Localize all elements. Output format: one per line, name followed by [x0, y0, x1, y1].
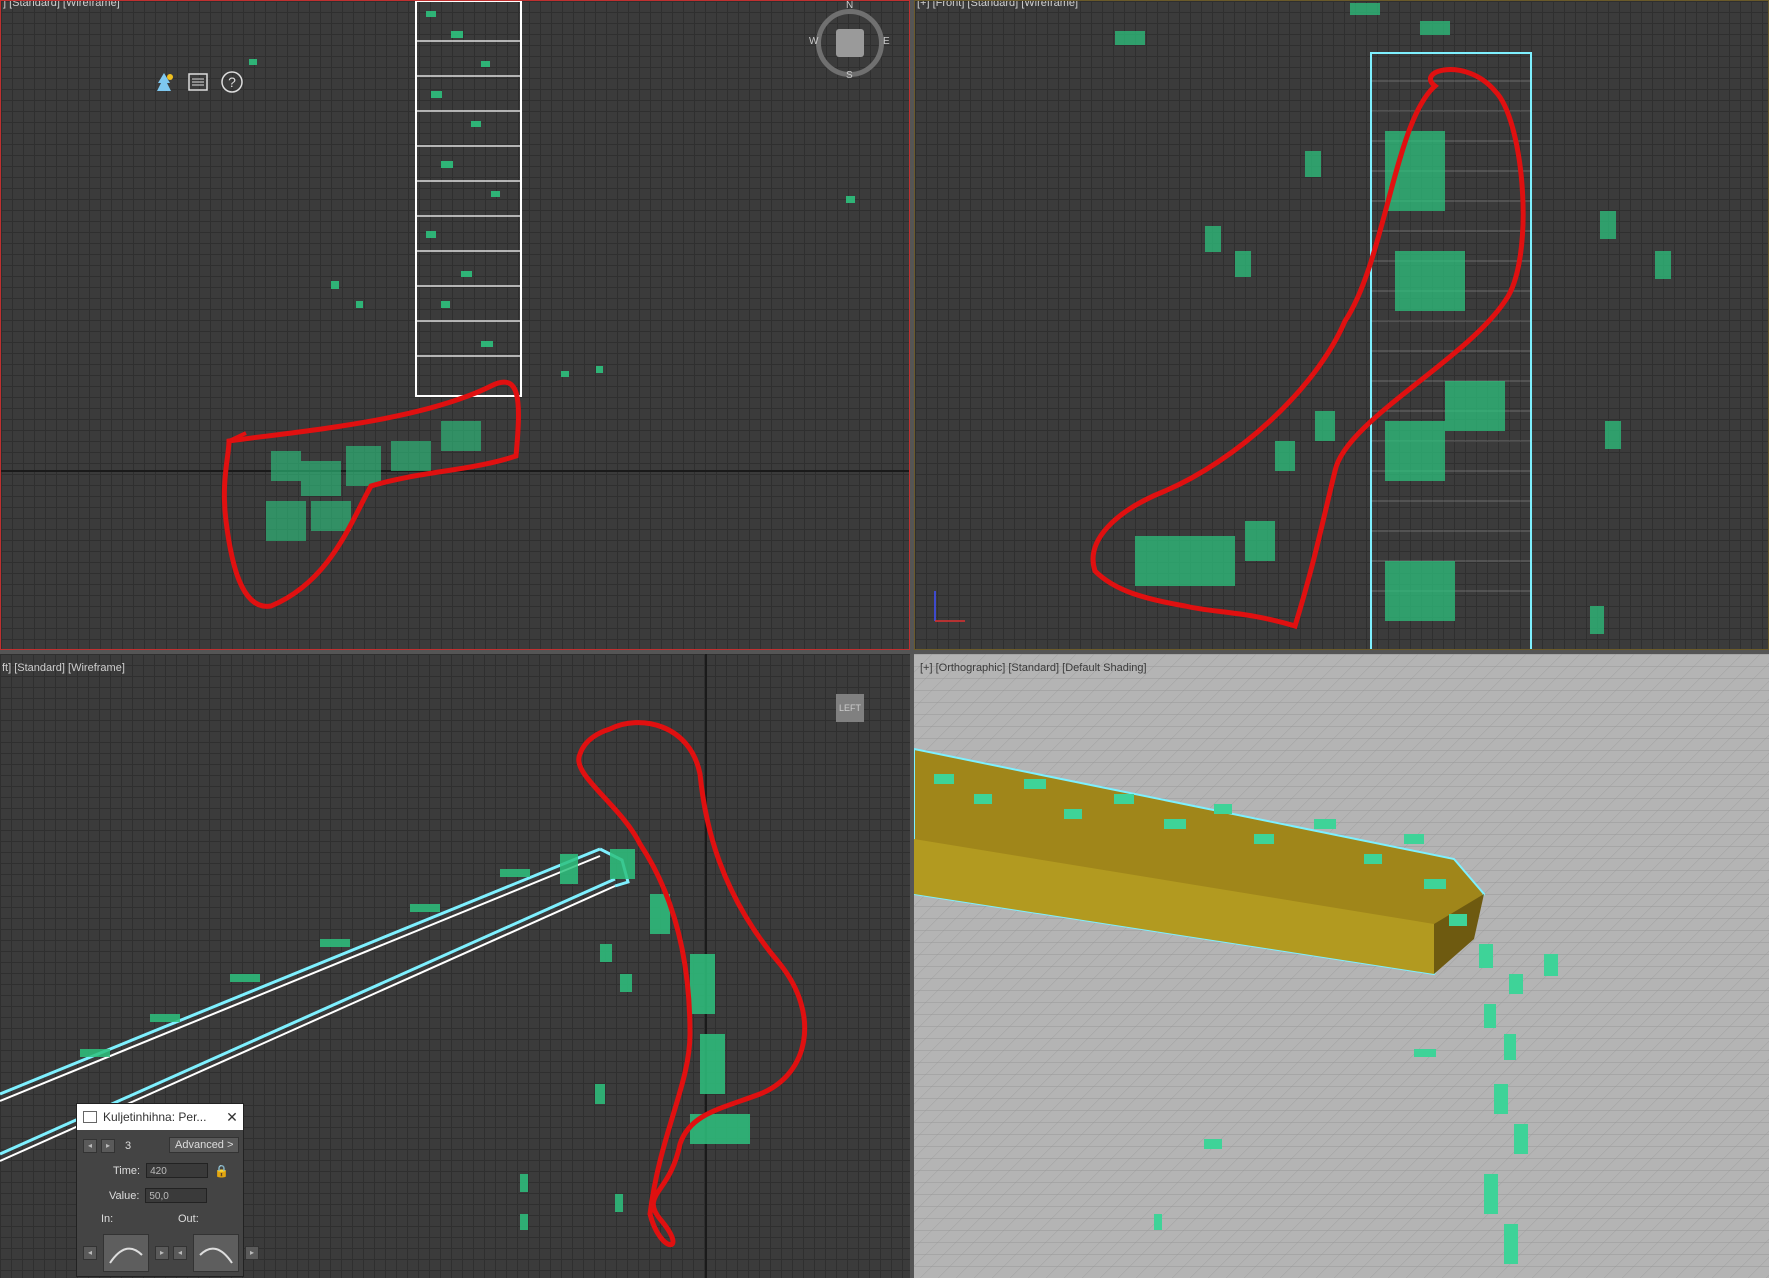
key-info-dialog: Kuljetinhihna: Per... ✕ ◂ ▸ 3 Advanced >…	[76, 1103, 259, 1277]
viewcube-compass[interactable]: N S E W	[809, 1, 890, 81]
dialog-title: Kuljetinhihna: Per...	[103, 1110, 207, 1124]
out-prev-button[interactable]: ◂	[173, 1246, 187, 1260]
value-label: Value:	[109, 1189, 140, 1202]
viewport-divider-vertical[interactable]	[910, 0, 914, 1278]
perspective-scene	[914, 654, 1769, 1278]
viewport-front[interactable]: [+] [Front] [Standard] [Wireframe]	[914, 0, 1769, 650]
compass-w: W	[809, 36, 819, 47]
in-next-button[interactable]: ▸	[155, 1246, 169, 1260]
lock-icon[interactable]: 🔒	[214, 1164, 229, 1178]
annotation-outline	[221, 379, 521, 609]
help-glyph: ?	[228, 74, 236, 90]
populate-icon[interactable]	[151, 69, 177, 95]
viewport-perspective[interactable]: [+] [Orthographic] [Standard] [Default S…	[914, 654, 1769, 1278]
help-icon[interactable]: ?	[219, 69, 245, 95]
particles	[1115, 3, 1671, 634]
in-label: In:	[101, 1213, 114, 1225]
value-spinner[interactable]: 50,0	[145, 1188, 208, 1203]
key-number: 3	[125, 1140, 132, 1152]
advanced-button[interactable]: Advanced >	[169, 1137, 240, 1153]
top-scene	[1, 1, 909, 609]
time-spinner[interactable]: 420	[146, 1163, 209, 1178]
viewcube-top[interactable]	[836, 29, 864, 57]
next-key-button[interactable]: ▸	[101, 1139, 115, 1153]
compass-n: N	[846, 0, 854, 11]
in-tangent-button[interactable]	[103, 1234, 149, 1272]
list-icon[interactable]	[185, 69, 211, 95]
viewport-divider-horizontal[interactable]	[0, 650, 1769, 654]
viewport-top[interactable]: ] [Standard] [Wireframe] ? N S E W	[0, 0, 910, 650]
out-tangent-button[interactable]	[193, 1234, 239, 1272]
window-icon	[83, 1111, 97, 1123]
out-label: Out:	[178, 1213, 199, 1225]
close-icon[interactable]: ✕	[221, 1109, 243, 1126]
belt-slats	[416, 40, 521, 357]
compass-e: E	[883, 36, 890, 47]
compass-s: S	[846, 70, 853, 81]
in-prev-button[interactable]: ◂	[83, 1246, 97, 1260]
out-next-button[interactable]: ▸	[245, 1246, 259, 1260]
prev-key-button[interactable]: ◂	[83, 1139, 97, 1153]
viewcube-left[interactable]: LEFT	[836, 694, 864, 722]
time-label: Time:	[113, 1164, 141, 1177]
front-scene	[934, 3, 1671, 649]
viewport-label[interactable]: [+] [Orthographic] [Standard] [Default S…	[920, 662, 1147, 674]
viewport-toolbar: ?	[151, 69, 245, 95]
particles	[249, 11, 855, 541]
dialog-titlebar[interactable]: Kuljetinhihna: Per... ✕	[77, 1104, 243, 1130]
conveyor-belt-outline	[415, 1, 522, 397]
